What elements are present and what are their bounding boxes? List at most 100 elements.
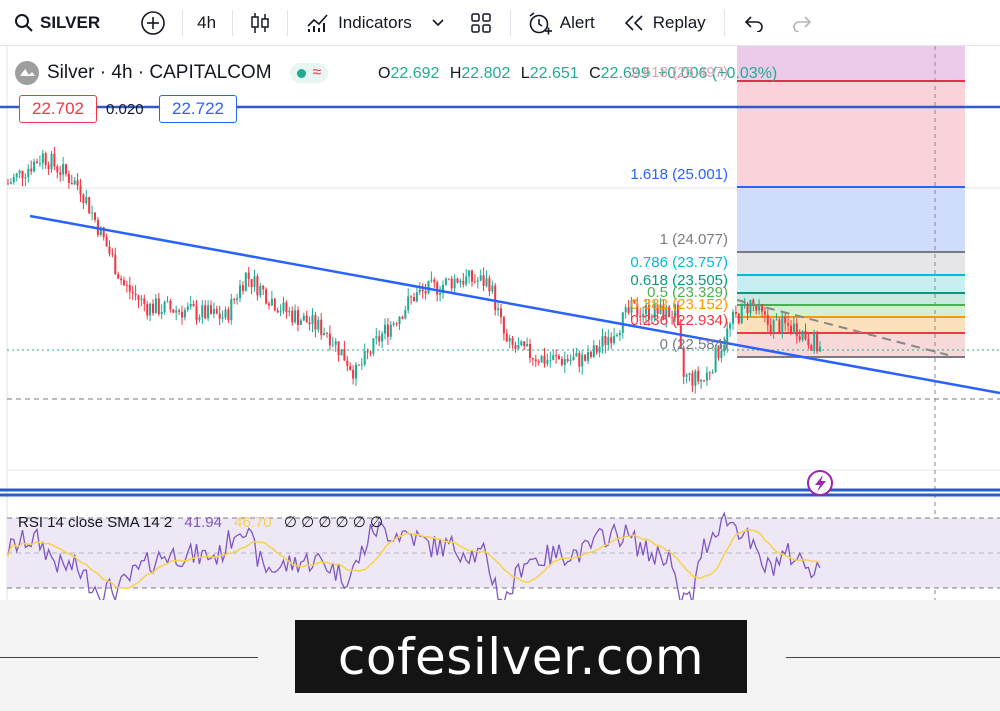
plus-circle-icon (141, 10, 165, 35)
chart-type-button[interactable] (249, 0, 271, 46)
candle (546, 359, 549, 364)
chart-area[interactable]: Silver · 4h · CAPITALCOM ≈ O22.692 H22.8… (0, 46, 1000, 600)
chart-legend[interactable]: Silver · 4h · CAPITALCOM ≈ (14, 60, 329, 86)
fib-label-1618: 1.618 (25.001) (630, 166, 728, 183)
candle (601, 336, 604, 347)
candle (613, 335, 616, 343)
candle (470, 270, 474, 282)
rsi-extra-values: ∅ ∅ ∅ ∅ ∅ ∅ (283, 514, 384, 531)
candle (792, 323, 795, 334)
candle (375, 336, 378, 339)
candle (151, 303, 155, 314)
top-toolbar: SILVER 4h Indicators Alert Replay (0, 0, 1000, 46)
candle (424, 291, 427, 294)
replay-label: Replay (652, 12, 706, 32)
lightning-icon[interactable] (807, 470, 833, 496)
candle (499, 308, 503, 318)
candle (325, 332, 329, 334)
candle (508, 338, 511, 342)
candle (56, 166, 59, 173)
candle (543, 355, 546, 364)
toolbar-divider (182, 9, 184, 36)
candle (328, 333, 331, 346)
candle (276, 310, 279, 313)
alert-button[interactable]: Alert (527, 0, 595, 46)
candle (456, 278, 459, 283)
candle (192, 303, 195, 307)
candle (787, 323, 790, 326)
search-icon (15, 13, 33, 32)
candle (708, 372, 711, 374)
fib-zone-0236 (737, 333, 965, 357)
candle (378, 336, 381, 342)
candle (149, 303, 152, 316)
indicators-label: Indicators (338, 12, 412, 32)
candle (288, 310, 291, 313)
candle (363, 351, 366, 365)
replay-button[interactable]: Replay (623, 0, 706, 46)
interval-button[interactable]: 4h (197, 0, 216, 46)
candle (450, 278, 453, 289)
candle (688, 373, 691, 375)
candle (221, 317, 224, 319)
indicators-icon (307, 13, 328, 32)
candle (38, 162, 41, 164)
candle (810, 345, 813, 351)
candle (88, 197, 91, 214)
candle (189, 303, 192, 307)
buy-button[interactable]: 22.722 (159, 95, 237, 123)
toolbar-divider (509, 9, 511, 36)
candle (586, 352, 590, 361)
candle (386, 324, 389, 337)
candle (560, 358, 563, 365)
candle (743, 303, 746, 305)
candle (285, 302, 288, 313)
market-status-badge[interactable]: ≈ (289, 63, 329, 83)
candle (308, 322, 311, 325)
candle (59, 172, 62, 175)
candle (798, 336, 801, 340)
layouts-button[interactable] (470, 0, 492, 46)
symbol-search-button[interactable]: SILVER (14, 0, 100, 46)
candle (769, 325, 772, 333)
candle (114, 255, 117, 275)
candle (82, 194, 85, 204)
candle (24, 176, 27, 179)
candle (694, 370, 697, 386)
redo-button[interactable] (791, 0, 813, 46)
candle (589, 352, 592, 357)
candle (763, 311, 766, 315)
candle (795, 323, 798, 337)
grid-icon (471, 12, 491, 33)
candle (209, 305, 213, 314)
fib-label-1: 1 (24.077) (659, 231, 728, 248)
candle (215, 308, 218, 314)
candle (207, 305, 210, 319)
candle (618, 332, 621, 336)
candle (462, 280, 465, 285)
candle (511, 338, 514, 346)
candle (705, 372, 708, 381)
candle (624, 307, 627, 313)
indicators-button[interactable]: Indicators (306, 0, 412, 46)
candle (53, 153, 56, 167)
candle (241, 285, 244, 291)
candle (514, 345, 517, 349)
candle (183, 309, 186, 318)
sell-button[interactable]: 22.702 (19, 95, 97, 123)
candle (737, 313, 740, 324)
candle (528, 344, 532, 359)
candle (125, 284, 128, 286)
candle (531, 358, 534, 360)
candle (392, 323, 395, 325)
candle (749, 299, 752, 314)
undo-button[interactable] (743, 0, 765, 46)
indicators-dropdown[interactable] (432, 0, 444, 46)
candle (73, 180, 76, 185)
candle (584, 354, 587, 361)
candle (47, 165, 50, 170)
candle (610, 337, 613, 343)
rsi-legend[interactable]: RSI 14 close SMA 14 2 41.94 46.70 ∅ ∅ ∅ … (18, 513, 383, 531)
compare-button[interactable] (140, 0, 166, 46)
candle (592, 345, 595, 357)
